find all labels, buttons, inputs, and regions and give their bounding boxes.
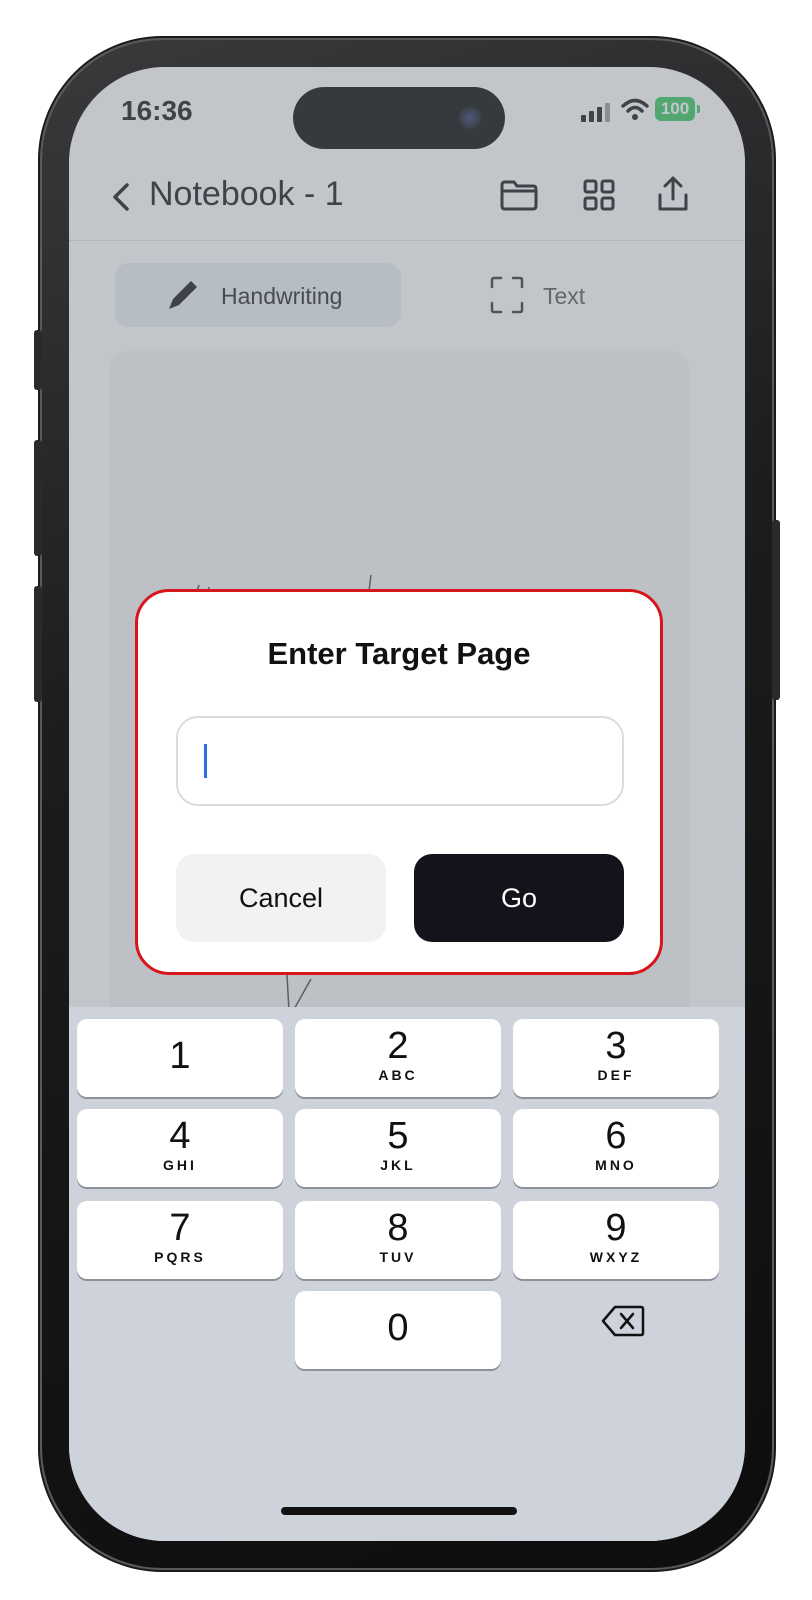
key-7[interactable]: 7 PQRS [77,1201,283,1279]
key-letters: DEF [597,1067,635,1083]
key-1[interactable]: 1 [77,1019,283,1097]
key-number: 4 [169,1115,191,1157]
key-letters: MNO [595,1157,637,1173]
app-screen: 16:36 100 Notebook - 1 Handwriting Text … [69,67,745,1541]
key-number: 2 [387,1025,409,1067]
key-number: 5 [387,1115,409,1157]
key-letters: JKL [380,1157,416,1173]
power-button [772,520,780,700]
home-indicator[interactable] [281,1507,517,1515]
numeric-keypad: 1 2 ABC 3 DEF 4 GHI 5 JKL 6 MNO 7 PQRS 8… [69,1007,745,1541]
go-button[interactable]: Go [414,854,624,942]
dialog-title: Enter Target Page [267,636,531,671]
key-number: 3 [605,1025,627,1067]
key-letters: GHI [163,1157,197,1173]
key-number: 0 [387,1307,409,1349]
key-5[interactable]: 5 JKL [295,1109,501,1187]
key-letters: PQRS [154,1249,206,1265]
key-2[interactable]: 2 ABC [295,1019,501,1097]
key-8[interactable]: 8 TUV [295,1201,501,1279]
key-3[interactable]: 3 DEF [513,1019,719,1097]
key-6[interactable]: 6 MNO [513,1109,719,1187]
key-number: 7 [169,1207,191,1249]
key-number: 6 [605,1115,627,1157]
key-letters: TUV [379,1249,417,1265]
text-cursor [204,744,207,778]
key-letters: ABC [378,1067,418,1083]
key-0[interactable]: 0 [295,1291,501,1369]
action-button [34,330,42,390]
backspace-icon[interactable] [599,1301,647,1341]
key-number: 1 [169,1035,191,1077]
page-number-input[interactable] [176,716,624,806]
volume-up-button [34,440,42,556]
key-4[interactable]: 4 GHI [77,1109,283,1187]
volume-down-button [34,586,42,702]
key-number: 9 [605,1207,627,1249]
key-number: 8 [387,1207,409,1249]
key-9[interactable]: 9 WXYZ [513,1201,719,1279]
cancel-button[interactable]: Cancel [176,854,386,942]
target-page-dialog: Enter Target Page Cancel Go [135,589,663,975]
key-letters: WXYZ [589,1249,643,1265]
